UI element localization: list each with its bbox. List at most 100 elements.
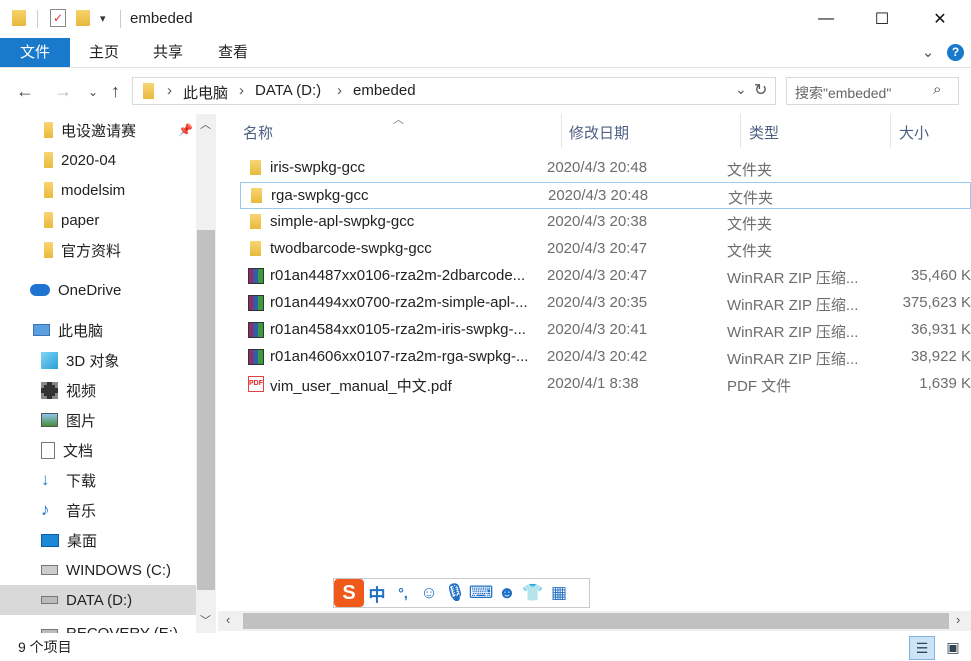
ime-punctuation-toggle[interactable]: °,	[390, 585, 416, 601]
folder-icon	[44, 152, 53, 168]
skin-icon[interactable]: 👕	[520, 583, 546, 603]
scroll-left-icon[interactable]: ‹	[226, 612, 230, 627]
refresh-icon[interactable]: ↻	[754, 80, 767, 100]
search-placeholder: 搜索"embeded"	[795, 85, 892, 101]
file-type: WinRAR ZIP 压缩...	[727, 297, 859, 314]
sidebar-item-drive-d[interactable]: DATA (D:)	[0, 585, 196, 615]
file-type: WinRAR ZIP 压缩...	[727, 351, 859, 368]
sidebar-item-onedrive[interactable]: OneDrive	[0, 275, 196, 305]
customize-quick-access-icon[interactable]: ▾	[100, 12, 106, 25]
table-row[interactable]: r01an4584xx0105-rza2m-iris-swpkg-... 2020…	[240, 317, 971, 344]
user-icon[interactable]: ☻	[494, 583, 520, 603]
file-date: 2020/4/3 20:35	[547, 294, 648, 311]
sidebar-item-music[interactable]: ♪ 音乐	[0, 495, 196, 525]
table-row[interactable]: r01an4494xx0700-rza2m-simple-apl-... 2020…	[240, 290, 971, 317]
sidebar-item-pictures[interactable]: 图片	[0, 405, 196, 435]
breadcrumb-separator[interactable]: ›	[239, 82, 244, 99]
breadcrumb-separator[interactable]: ›	[167, 82, 172, 99]
column-date[interactable]: 修改日期	[569, 122, 629, 143]
table-row[interactable]: twodbarcode-swpkg-gcc 2020/4/3 20:47 文件夹	[240, 236, 971, 263]
sidebar-item-documents[interactable]: 文档	[0, 435, 196, 465]
sidebar-scroll-thumb[interactable]	[197, 230, 215, 590]
details-view-icon[interactable]: ☰	[909, 636, 935, 660]
sidebar-item-3d-objects[interactable]: 3D 对象	[0, 345, 196, 375]
microphone-icon[interactable]: 🎙	[442, 583, 468, 603]
address-bar[interactable]: › 此电脑 › DATA (D:) › embeded ⌄ ↻	[132, 77, 776, 105]
pin-icon[interactable]: 📌	[178, 123, 193, 137]
scroll-up-icon[interactable]: ︿	[200, 116, 211, 132]
tab-share[interactable]: 共享	[148, 38, 188, 67]
column-divider[interactable]	[561, 114, 562, 148]
scroll-down-icon[interactable]: ﹀	[200, 612, 211, 628]
recent-locations-icon[interactable]: ⌄	[88, 85, 98, 99]
table-row[interactable]: rga-swpkg-gcc 2020/4/3 20:48 文件夹	[240, 182, 971, 209]
table-row[interactable]: PDF vim_user_manual_中文.pdf 2020/4/1 8:38 PD…	[240, 371, 971, 398]
folder-icon	[251, 188, 262, 203]
back-arrow-icon[interactable]: ←	[16, 81, 34, 102]
cloud-icon	[30, 284, 50, 296]
tab-file[interactable]: 文件	[0, 38, 70, 67]
table-row[interactable]: simple-apl-swpkg-gcc 2020/4/3 20:38 文件夹	[240, 209, 971, 236]
sidebar-item-videos[interactable]: 视频	[0, 375, 196, 405]
address-dropdown-icon[interactable]: ⌄	[735, 81, 747, 98]
sidebar-item-quick-3[interactable]: modelsim	[0, 175, 196, 205]
emoji-icon[interactable]: ☺	[416, 583, 442, 603]
3d-objects-icon	[41, 351, 58, 369]
sidebar-item-desktop[interactable]: 桌面	[0, 525, 196, 555]
sogou-logo-icon[interactable]: S	[334, 579, 364, 607]
table-row[interactable]: iris-swpkg-gcc 2020/4/3 20:48 文件夹	[240, 155, 971, 182]
sidebar-item-label: 视频	[66, 382, 97, 400]
winrar-archive-icon	[248, 295, 264, 311]
sidebar-item-quick-1[interactable]: 电设邀请赛 📌	[0, 115, 196, 145]
column-divider[interactable]	[740, 114, 741, 148]
breadcrumb-data-drive[interactable]: DATA (D:)	[255, 82, 321, 99]
column-divider[interactable]	[890, 114, 891, 148]
folder-icon	[44, 212, 53, 228]
sidebar-item-label: 下载	[66, 472, 97, 490]
folder-icon	[250, 241, 261, 256]
file-name: simple-apl-swpkg-gcc	[270, 213, 415, 230]
search-icon[interactable]: ⌕	[933, 81, 941, 98]
up-arrow-icon[interactable]: ↑	[111, 81, 120, 102]
file-size: 1,639 K	[919, 375, 971, 392]
sidebar-item-quick-2[interactable]: 2020-04	[0, 145, 196, 175]
tab-view[interactable]: 查看	[213, 38, 253, 67]
sidebar-item-quick-4[interactable]: paper	[0, 205, 196, 235]
keyboard-icon[interactable]: ⌨	[468, 583, 494, 603]
folder-icon	[12, 10, 26, 26]
column-size[interactable]: 大小	[899, 122, 929, 143]
sidebar-item-drive-c[interactable]: WINDOWS (C:)	[0, 555, 196, 585]
file-date: 2020/4/3 20:47	[547, 267, 648, 284]
new-folder-icon[interactable]	[76, 10, 90, 26]
sidebar-item-drive-e[interactable]: RECOVERY (E:)	[0, 618, 196, 633]
tab-home[interactable]: 主页	[84, 38, 124, 67]
search-box[interactable]: 搜索"embeded" ⌕	[786, 77, 959, 105]
breadcrumb-separator[interactable]: ›	[337, 82, 342, 99]
ime-mode-toggle[interactable]: 中	[364, 581, 390, 606]
maximize-button[interactable]: ☐	[853, 0, 911, 38]
table-row[interactable]: r01an4606xx0107-rza2m-rga-swpkg-... 2020/…	[240, 344, 971, 371]
scroll-right-icon[interactable]: ›	[956, 612, 960, 627]
minimize-button[interactable]: —	[797, 0, 855, 38]
help-icon[interactable]: ?	[947, 44, 964, 61]
column-name[interactable]: 名称	[243, 122, 273, 143]
breadcrumb-embeded[interactable]: embeded	[353, 82, 416, 99]
file-type: 文件夹	[727, 216, 773, 233]
close-button[interactable]: ✕	[911, 0, 969, 38]
file-type: 文件夹	[728, 190, 774, 207]
sidebar-item-this-pc[interactable]: 此电脑	[0, 315, 196, 345]
file-type: 文件夹	[727, 243, 773, 260]
winrar-archive-icon	[248, 322, 264, 338]
pdf-file-icon: PDF	[248, 376, 264, 392]
forward-arrow-icon[interactable]: →	[54, 81, 72, 102]
sidebar-item-quick-5[interactable]: 官方资料	[0, 235, 196, 265]
table-row[interactable]: r01an4487xx0106-rza2m-2dbarcode... 2020/4…	[240, 263, 971, 290]
horizontal-scroll-thumb[interactable]	[243, 613, 949, 629]
toolbox-icon[interactable]: ▦	[546, 583, 572, 603]
ribbon-expand-icon[interactable]: ⌄	[918, 38, 938, 67]
properties-icon[interactable]: ✓	[50, 9, 66, 27]
large-icons-view-icon[interactable]: ▣	[940, 636, 966, 660]
sidebar-item-downloads[interactable]: ↓ 下载	[0, 465, 196, 495]
breadcrumb-this-pc[interactable]: 此电脑	[183, 82, 228, 103]
column-type[interactable]: 类型	[749, 122, 779, 143]
